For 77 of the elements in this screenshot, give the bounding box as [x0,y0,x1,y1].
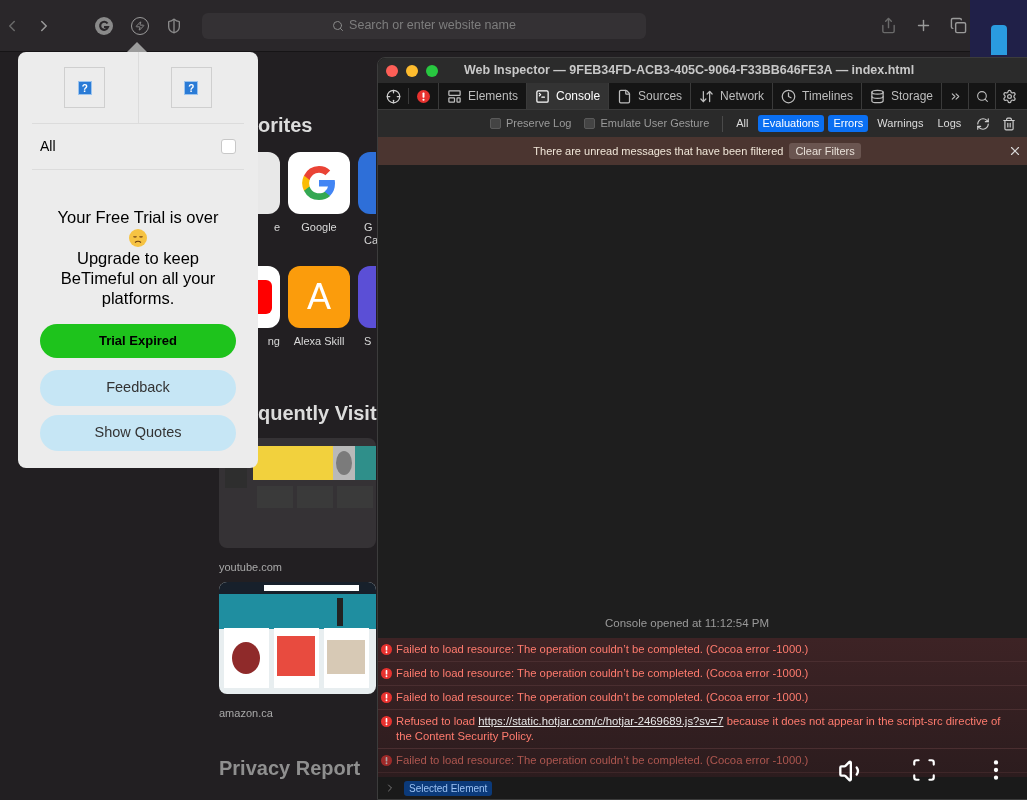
search-placeholder: Search or enter website name [349,17,516,35]
filter-button[interactable]: Warnings [872,115,929,132]
broken-image-icon: ? [77,80,92,95]
new-tab-icon[interactable] [915,17,932,34]
popup-button[interactable]: Feedback [40,370,236,406]
arrows-icon [699,88,715,104]
settings-icon[interactable] [1001,88,1017,104]
tile-label: G Ca [363,221,376,247]
app-tile[interactable] [258,152,280,214]
filter-button[interactable]: Evaluations [757,115,825,132]
crosshair-icon[interactable] [385,88,401,104]
search-icon [332,19,345,32]
clear-filters-button[interactable]: Clear Filters [789,143,861,159]
tabs-icon[interactable] [950,17,967,34]
app-tile[interactable] [288,152,350,214]
error-icon [381,692,392,703]
option-label: Preserve Log [506,116,572,132]
minimize-window-icon[interactable] [406,64,418,77]
extension-icon[interactable] [95,16,113,35]
tile-label: S [363,335,373,348]
tile-label: Alexa Skill [292,335,346,348]
console-message: Failed to load resource: The operation couldn’t be completed. (Cocoa error -1000.) [396,642,809,657]
filter-button[interactable]: Logs [932,115,967,132]
trash-icon[interactable] [1002,116,1017,131]
error-icon [381,716,392,727]
section-heading: Privacy Report [219,756,361,781]
tile-label: e [272,221,280,234]
error-icon [417,89,430,103]
zoom-window-icon[interactable] [426,64,438,77]
video-backdrop [970,0,1027,57]
app-tile[interactable] [258,266,280,328]
error-icon [381,668,392,679]
trial-heading: Your Free Trial is over [57,207,219,228]
error-icon [381,644,392,655]
terminal-icon [535,88,551,104]
console-opened-text: Console opened at 11:12:54 PM [603,615,771,631]
upgrade-message: Upgrade to keep BeTimeful on all your platforms. [59,248,217,308]
filter-button[interactable]: All [731,115,754,132]
filter-button[interactable]: Errors [828,115,869,132]
section-heading: orites [258,113,313,138]
inspector-tab[interactable]: Console [526,83,609,109]
close-window-icon[interactable] [386,64,398,77]
search-icon[interactable] [975,89,989,103]
window-title: Web Inspector — 9FEB34FD-ACB3-405C-9064-F33BB646FE3A — index.html [464,62,915,80]
clock-icon [781,88,797,104]
refresh-icon[interactable] [976,116,991,131]
banner-text: There are unread messages that have been filtered [533,143,784,159]
selected-element-badge: Selected Element [404,780,493,796]
filter-checkbox[interactable] [221,139,236,154]
popup-button[interactable]: Show Quotes [40,415,236,451]
option-checkbox[interactable] [584,118,596,129]
section-heading: quently Visit [258,401,377,426]
close-icon[interactable] [1008,144,1022,158]
tile-label: Google [300,221,338,234]
console-message: Failed to load resource: The operation couldn’t be completed. (Cocoa error -1000.) [396,666,809,681]
console-message: Failed to load resource: The operation couldn’t be completed. (Cocoa error -1000.) [396,753,809,768]
sad-face-icon [129,229,147,247]
layout-icon [447,88,462,104]
file-icon [617,88,633,104]
option-label: Emulate User Gesture [600,116,710,132]
popup-button[interactable]: Trial Expired [40,324,236,358]
error-icon [381,755,392,766]
message-link[interactable]: https://static.hotjar.com/c/hotjar-2469689.js?sv=7 [478,715,724,727]
console-message: Failed to load resource: The operation couldn’t be completed. (Cocoa error -1000.) [396,690,809,705]
share-icon[interactable] [880,17,897,34]
shield-icon[interactable] [166,17,182,34]
broken-image-icon: ? [184,80,199,95]
site-label[interactable]: youtube.com [219,559,282,576]
option-checkbox[interactable] [490,118,501,129]
tile-label: ng [266,335,280,348]
site-label[interactable]: amazon.ca [219,704,273,721]
database-icon [870,88,885,104]
fullscreen-icon[interactable] [911,757,937,783]
app-tile[interactable] [358,152,376,214]
app-tile[interactable] [358,266,376,328]
console-message: Refused to load https://static.hotjar.com/c/hotjar-2469689.js?sv=7 because it does not appear in the script-src directive of the Content Security Policy. [396,714,1002,744]
filter-label: All [40,137,56,156]
